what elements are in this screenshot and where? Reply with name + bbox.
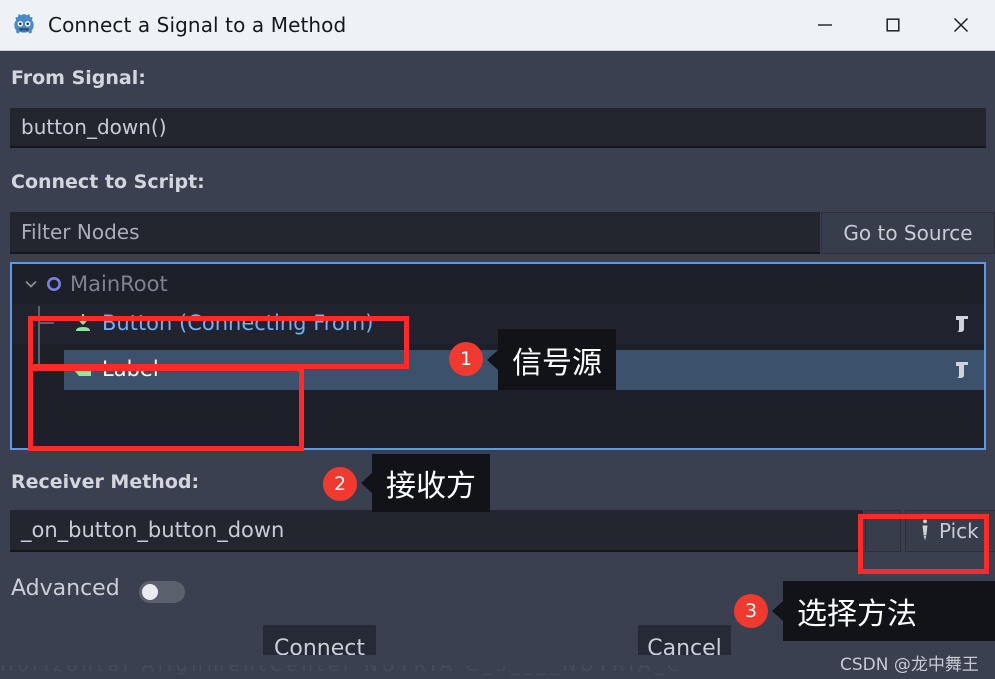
connect-to-script-label: Connect to Script: <box>11 171 205 193</box>
from-signal-field: button_down() <box>10 108 986 148</box>
annotation-callout-3: 选择方法 <box>772 581 995 641</box>
advanced-label: Advanced <box>11 576 120 601</box>
annotation-badge-3: 3 <box>734 594 768 628</box>
tree-node-label: Label <box>102 357 159 381</box>
advanced-toggle[interactable] <box>139 581 185 603</box>
chevron-down-icon[interactable] <box>24 277 38 291</box>
pick-method-button[interactable]: Pick <box>905 510 995 552</box>
go-to-source-button[interactable]: Go to Source <box>821 212 995 254</box>
close-icon <box>953 17 969 33</box>
from-signal-label: From Signal: <box>11 67 146 89</box>
receiver-method-input[interactable]: _on_button_button_down <box>10 510 863 552</box>
script-icon[interactable] <box>952 359 972 381</box>
annotation-callout-1: 信号源 <box>487 329 616 390</box>
button-node-icon <box>76 313 90 331</box>
tree-node-label: Button (Connecting From) <box>102 311 374 335</box>
godot-connect-signal-dialog: Connect a Signal to a Method From Signal… <box>0 0 995 679</box>
annotation-badge-2: 2 <box>323 467 357 501</box>
annotation-callout-2: 接收方 <box>361 454 490 512</box>
csdn-watermark: CSDN @龙中舞王 <box>840 655 979 675</box>
filter-nodes-input[interactable]: Filter Nodes <box>10 212 820 254</box>
receiver-method-extra-button[interactable] <box>865 510 901 552</box>
tree-row[interactable]: MainRoot <box>12 264 984 304</box>
annotation-badge-1: 1 <box>449 342 483 376</box>
tree-node-label: MainRoot <box>70 272 168 296</box>
minimize-button[interactable] <box>791 0 859 50</box>
receiver-method-label: Receiver Method: <box>11 471 200 493</box>
minimize-icon <box>818 24 832 26</box>
pick-button-label: Pick <box>939 519 979 543</box>
window-title: Connect a Signal to a Method <box>48 13 347 37</box>
node-control-icon <box>47 277 61 291</box>
advanced-toggle-knob <box>142 584 158 600</box>
close-button[interactable] <box>927 0 995 50</box>
label-node-icon <box>74 364 91 376</box>
window-titlebar: Connect a Signal to a Method <box>0 0 995 51</box>
script-icon[interactable] <box>952 313 972 335</box>
maximize-button[interactable] <box>859 0 927 50</box>
pick-tool-icon <box>922 519 928 541</box>
godot-robot-icon <box>14 14 34 34</box>
maximize-icon <box>886 18 900 32</box>
